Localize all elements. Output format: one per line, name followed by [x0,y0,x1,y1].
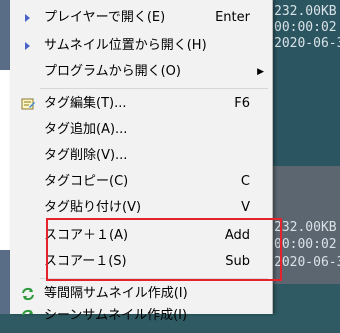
menu-item-tag-add[interactable]: タグ追加(A)... [10,118,272,142]
menu-item-shortcut: Enter [215,10,250,25]
date-text: 2020-06-3 [274,36,340,51]
menu-item-open-with-program[interactable]: プログラムから開く(O) ▶ [10,60,272,84]
annotation-highlight-box [46,218,282,281]
tag-edit-icon [20,96,36,112]
menu-item-tag-delete[interactable]: タグ削除(V)... [10,144,272,168]
menu-item-scene-thumbnails[interactable]: シーンサムネイル作成(I) [10,304,272,328]
menu-item-label: シーンサムネイル作成(I) [44,308,188,323]
thumbnail-strip [0,250,10,314]
refresh-icon [20,286,36,302]
menu-item-label: プログラムから開く(O) [44,64,181,79]
menu-item-open-player[interactable]: プレイヤーで開く(E) Enter [10,6,272,30]
menu-item-shortcut: F6 [234,96,250,111]
menu-item-interval-thumbnails[interactable]: 等間隔サムネイル作成(I) [10,282,272,306]
menu-item-tag-copy[interactable]: タグコピー(C) C [10,170,272,194]
menu-item-label: サムネイル位置から開く(H) [44,38,207,53]
context-menu: プレイヤーで開く(E) Enter サムネイル位置から開く(H) プログラムから… [10,0,282,323]
duration-text: 00:00:02 [274,237,337,252]
menu-item-label: タグ追加(A)... [44,122,128,137]
menu-item-tag-edit[interactable]: タグ編集(T)... F6 [10,92,272,116]
menu-item-tag-paste[interactable]: タグ貼り付け(V) V [10,196,272,220]
menu-item-label: タグコピー(C) [44,174,129,189]
date-text: 2020-06-3 [274,255,340,270]
menu-separator [40,88,268,89]
thumbnail-panel[interactable] [270,284,340,314]
menu-item-shortcut: V [241,200,250,215]
refresh-icon [20,308,36,324]
menu-item-shortcut: C [240,174,250,189]
menu-item-label: タグ貼り付け(V) [44,200,142,215]
play-icon [20,38,36,54]
file-size-text: 232.00KB [274,220,337,235]
duration-text: 00:00:02 [274,20,337,35]
menu-item-open-from-thumbnail[interactable]: サムネイル位置から開く(H) [10,34,272,58]
file-size-text: 232.00KB [274,4,337,19]
menu-item-label: プレイヤーで開く(E) [44,10,166,25]
menu-item-label: タグ削除(V)... [44,148,128,163]
thumbnail-strip [0,0,10,70]
menu-item-label: 等間隔サムネイル作成(I) [44,286,188,301]
play-icon [20,10,36,26]
menu-item-label: タグ編集(T)... [44,96,127,111]
submenu-arrow-icon: ▶ [257,67,264,77]
